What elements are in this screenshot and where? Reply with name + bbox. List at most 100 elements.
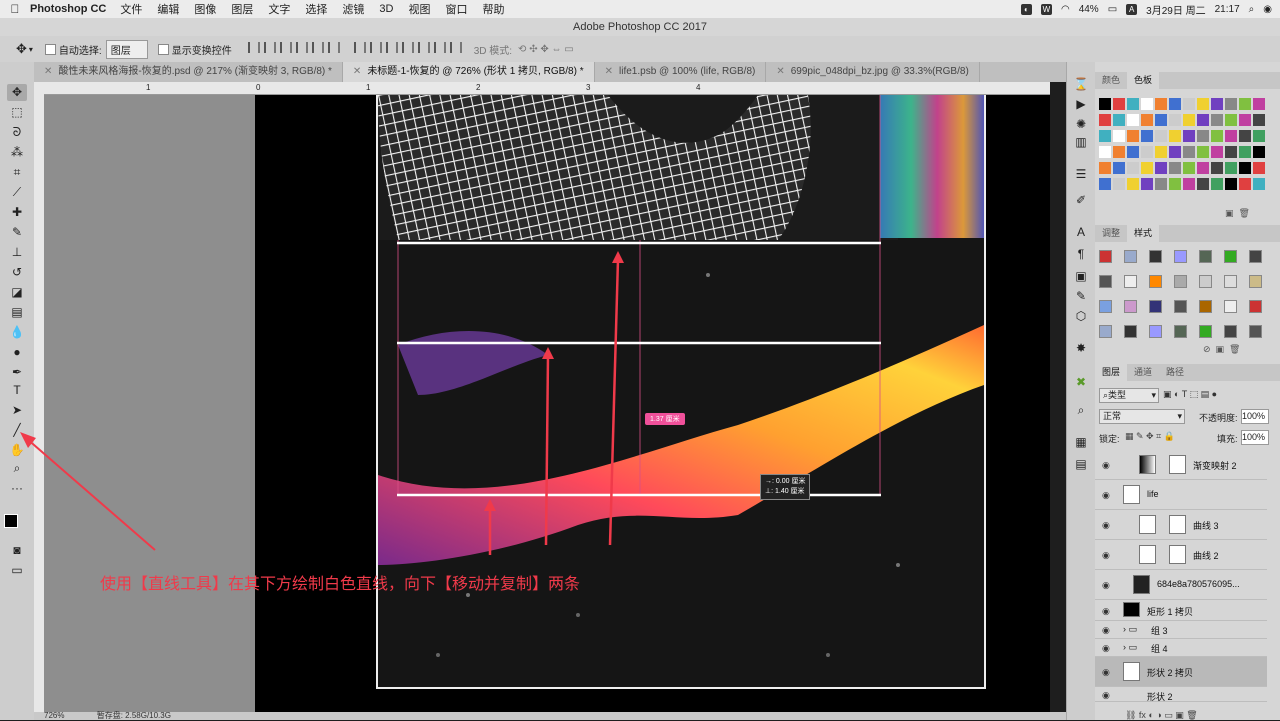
input-method-icon[interactable]: A — [1126, 3, 1138, 15]
color-swatch[interactable] — [1253, 162, 1265, 174]
align-icon[interactable] — [327, 42, 340, 53]
color-swatch[interactable] — [1183, 162, 1195, 174]
menu-image[interactable]: 图像 — [194, 1, 216, 17]
distribute-icon[interactable] — [449, 42, 462, 53]
distribute-icon[interactable] — [401, 42, 414, 53]
swatch-actions[interactable]: ▣ 🗑 — [1225, 208, 1250, 219]
color-swatch[interactable] — [1183, 130, 1195, 142]
color-swatch[interactable] — [1197, 130, 1209, 142]
color-swatch[interactable] — [1239, 114, 1251, 126]
style-swatch[interactable] — [1099, 275, 1112, 288]
style-swatch[interactable] — [1224, 250, 1237, 263]
eye-icon[interactable]: ◉ — [1102, 580, 1110, 591]
align-icon[interactable] — [247, 42, 260, 53]
color-swatch[interactable] — [1155, 98, 1167, 110]
character-icon[interactable]: A — [1071, 224, 1091, 241]
path-select-icon[interactable]: ➤ — [7, 402, 27, 419]
color-swatch[interactable] — [1239, 98, 1251, 110]
color-swatch[interactable] — [1169, 130, 1181, 142]
style-swatch[interactable] — [1199, 300, 1212, 313]
color-swatch[interactable] — [1113, 114, 1125, 126]
tab-styles[interactable]: 样式 — [1127, 225, 1160, 242]
color-swatch[interactable] — [1099, 130, 1111, 142]
tab-document[interactable]: ✕ 酸性未来风格海报-恢复的.psd @ 217% (渐变映射 3, RGB/8)… — [34, 62, 343, 82]
color-swatch[interactable] — [1253, 98, 1265, 110]
color-swatch[interactable] — [1253, 178, 1265, 190]
paragraph-icon[interactable]: ¶ — [1071, 246, 1091, 263]
color-swatch[interactable] — [1155, 130, 1167, 142]
healing-icon[interactable]: ✚ — [7, 204, 27, 221]
menu-3d[interactable]: 3D — [379, 3, 393, 15]
marquee-icon[interactable]: ⬚ — [7, 104, 27, 121]
timeline-icon[interactable]: ▦ — [1071, 434, 1091, 451]
zoom-level[interactable]: 726% — [44, 711, 64, 720]
notes-icon[interactable]: ✎ — [1071, 288, 1091, 305]
actions-icon[interactable]: ▶ — [1071, 96, 1091, 113]
style-swatch[interactable] — [1099, 325, 1112, 338]
color-swatch[interactable] — [1211, 130, 1223, 142]
layer-row[interactable]: ◉ › ▭ 组 3 — [1095, 621, 1267, 639]
paths-icon[interactable]: ✸ — [1071, 340, 1091, 357]
color-swatch[interactable] — [1183, 114, 1195, 126]
color-swatch[interactable] — [1211, 114, 1223, 126]
layer-comps-icon[interactable]: ▤ — [1071, 456, 1091, 473]
pen-icon[interactable]: ✒ — [7, 364, 27, 381]
color-swatch[interactable] — [1127, 178, 1139, 190]
layer-row[interactable]: ◉ 曲线 3 — [1095, 510, 1267, 540]
color-swatch[interactable] — [1253, 114, 1265, 126]
gradient-icon[interactable]: ▤ — [7, 304, 27, 321]
layer-row[interactable]: ◉ 矩形 1 拷贝 — [1095, 600, 1267, 621]
adjustments-icon[interactable]: ✺ — [1071, 116, 1091, 133]
color-swatch[interactable] — [1113, 178, 1125, 190]
style-swatch[interactable] — [1174, 250, 1187, 263]
opacity-input[interactable]: 100% — [1241, 409, 1269, 424]
layer-row[interactable]: ◉ 684e8a780576095... — [1095, 570, 1267, 600]
style-swatch[interactable] — [1249, 250, 1262, 263]
canvas-area[interactable]: 1.37 厘米 →: 0.00 厘米 ⊥: 1.40 厘米 — [44, 95, 1050, 713]
color-swatch[interactable] — [1141, 130, 1153, 142]
menubar-date[interactable]: 3月29日 周二 — [1146, 2, 1205, 17]
fill-input[interactable]: 100% — [1241, 430, 1269, 445]
color-swatch[interactable] — [1169, 146, 1181, 158]
horizontal-ruler[interactable]: 1 0 1 2 3 4 — [34, 82, 1050, 95]
close-icon[interactable]: ✕ — [776, 66, 784, 77]
styles-grid[interactable] — [1099, 250, 1271, 340]
blend-mode-dropdown[interactable]: 正常 ▾ — [1099, 409, 1185, 424]
layer-row[interactable]: ◉ life — [1095, 480, 1267, 510]
style-swatch[interactable] — [1249, 275, 1262, 288]
color-swatch[interactable] — [1155, 146, 1167, 158]
color-swatch[interactable] — [1099, 162, 1111, 174]
properties-icon[interactable]: ☰ — [1071, 166, 1091, 183]
menu-file[interactable]: 文件 — [120, 1, 142, 17]
color-swatch[interactable] — [1197, 178, 1209, 190]
color-swatch[interactable] — [1127, 162, 1139, 174]
color-swatch[interactable] — [1155, 114, 1167, 126]
style-actions[interactable]: ⊘ ▣ 🗑 — [1203, 344, 1240, 355]
color-swatch[interactable] — [1225, 162, 1237, 174]
color-swatch[interactable] — [1127, 130, 1139, 142]
eye-icon[interactable]: ◉ — [1102, 460, 1110, 471]
tab-adjustments[interactable]: 调整 — [1095, 225, 1127, 242]
app-menu[interactable]: Photoshop CC — [30, 3, 106, 15]
color-swatch[interactable] — [1113, 162, 1125, 174]
eye-icon[interactable]: ◉ — [1102, 690, 1110, 701]
search-icon[interactable]: ⌕ — [1249, 4, 1255, 15]
color-swatch[interactable] — [1239, 146, 1251, 158]
move-icon[interactable]: ✥ — [16, 41, 27, 57]
menubar-time[interactable]: 21:17 — [1215, 4, 1240, 15]
distribute-icon[interactable] — [353, 42, 366, 53]
eye-icon[interactable]: ◉ — [1102, 606, 1110, 617]
style-swatch[interactable] — [1124, 275, 1137, 288]
color-swatch[interactable] — [1155, 178, 1167, 190]
menu-select[interactable]: 选择 — [305, 1, 327, 17]
eye-icon[interactable]: ◉ — [1102, 667, 1110, 678]
eye-icon[interactable]: ◉ — [1102, 490, 1110, 501]
menu-layer[interactable]: 图层 — [231, 1, 253, 17]
stamp-icon[interactable]: ⊥ — [7, 244, 27, 261]
magic-wand-icon[interactable]: ⁂ — [7, 144, 27, 161]
tab-paths[interactable]: 路径 — [1159, 364, 1191, 381]
menu-filter[interactable]: 滤镜 — [342, 1, 364, 17]
align-icon[interactable] — [263, 42, 276, 53]
color-swatch[interactable] — [1113, 130, 1125, 142]
layer-row-selected[interactable]: ◉ 形状 2 拷贝 — [1095, 657, 1267, 687]
